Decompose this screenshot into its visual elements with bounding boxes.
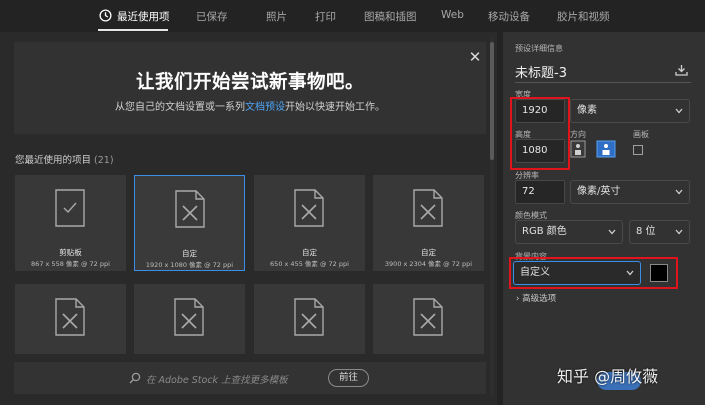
recent-card[interactable] [15, 284, 126, 354]
tab-web[interactable]: Web [441, 9, 464, 21]
clock-icon [99, 9, 112, 22]
card-size: 867 x 558 像素 @ 72 ppi [31, 260, 110, 268]
welcome-title: 让我们开始尝试新事物吧。 [135, 72, 364, 93]
recent-card[interactable] [134, 284, 245, 354]
welcome-banner: ✕ 让我们开始尝试新事物吧。 从您自己的文档设置或一系列文档预设开始以快速开始工… [14, 42, 486, 134]
custom-doc-icon [413, 298, 443, 336]
tab-print[interactable]: 打印 [315, 9, 336, 24]
highlight-background [509, 257, 678, 289]
tab-recent[interactable]: 最近使用项 [117, 9, 170, 24]
recent-card-custom-650[interactable]: 自定 650 x 455 像素 @ 72 ppi [254, 175, 365, 271]
card-size: 3900 x 2304 像素 @ 72 ppi [384, 260, 473, 268]
tab-art-illustration[interactable]: 图稿和插图 [364, 9, 417, 24]
tab-saved[interactable]: 已保存 [196, 9, 228, 24]
recent-count: (21) [94, 155, 114, 166]
preset-details-panel: 预设详细信息 未标题-3 宽度 1920 像素 高度 方向 画板 1080 分辨… [503, 32, 705, 405]
watermark-text: 知乎 @周攸薇 [557, 367, 659, 386]
tab-photo[interactable]: 照片 [266, 9, 287, 24]
landscape-orientation-icon[interactable] [596, 140, 616, 158]
name-underline [515, 82, 691, 83]
bit-depth-select[interactable]: 8 位 [629, 220, 690, 244]
save-preset-icon[interactable] [675, 64, 688, 76]
artboard-checkbox[interactable] [633, 145, 643, 155]
close-banner-icon[interactable]: ✕ [468, 50, 482, 65]
recent-label-text: 您最近使用的项目 [15, 155, 92, 166]
bit-depth-value: 8 位 [636, 226, 656, 237]
chevron-down-icon [608, 229, 616, 235]
welcome-subtitle: 从您自己的文档设置或一系列文档预设开始以快速开始工作。 [14, 98, 486, 113]
top-tab-bar: 最近使用项 已保存 照片 打印 图稿和插图 Web 移动设备 胶片和视频 [0, 0, 705, 32]
advanced-options-label: 高级选项 [522, 294, 557, 304]
advanced-options-toggle[interactable]: › 高级选项 [516, 292, 556, 304]
active-tab-indicator [98, 29, 168, 31]
artboard-label: 画板 [633, 130, 649, 139]
tab-film-video[interactable]: 胶片和视频 [557, 9, 610, 24]
highlight-dimensions [510, 97, 570, 170]
custom-doc-icon [55, 298, 85, 336]
search-icon [129, 372, 141, 384]
chevron-down-icon [675, 189, 683, 195]
recent-card[interactable] [254, 284, 365, 354]
card-size: 650 x 455 像素 @ 72 ppi [270, 260, 349, 268]
chevron-right-icon: › [516, 294, 520, 304]
stock-search-bar: 在 Adobe Stock 上查找更多模板 前往 [14, 362, 486, 394]
color-mode-value: RGB 颜色 [522, 226, 567, 237]
document-presets-link[interactable]: 文档预设 [245, 102, 285, 113]
chevron-down-icon [675, 108, 683, 114]
recent-items-label: 您最近使用的项目 (21) [15, 152, 114, 166]
custom-doc-icon [413, 189, 443, 227]
resolution-input[interactable]: 72 [515, 180, 565, 204]
card-size: 1920 x 1080 像素 @ 72 ppi [145, 261, 234, 269]
recent-card[interactable] [373, 284, 484, 354]
unit-value: 像素 [577, 105, 597, 116]
chevron-down-icon [675, 229, 683, 235]
go-button[interactable]: 前往 [328, 369, 369, 387]
custom-doc-icon [294, 189, 324, 227]
width-unit-select[interactable]: 像素 [570, 99, 690, 123]
card-name: 自定 [302, 248, 317, 257]
subtitle-text-end: 开始以快速开始工作。 [285, 102, 385, 113]
clipboard-doc-icon [55, 189, 85, 227]
subtitle-text: 从您自己的文档设置或一系列 [115, 102, 245, 113]
recent-card-custom-3900[interactable]: 自定 3900 x 2304 像素 @ 72 ppi [373, 175, 484, 271]
card-name: 自定 [421, 248, 436, 257]
custom-doc-icon [175, 190, 205, 228]
custom-doc-icon [294, 298, 324, 336]
stock-search-input[interactable]: 在 Adobe Stock 上查找更多模板 [146, 372, 288, 386]
portrait-orientation-icon[interactable] [570, 140, 586, 158]
resolution-unit-select[interactable]: 像素/英寸 [570, 180, 690, 204]
recent-card-clipboard[interactable]: 剪贴板 867 x 558 像素 @ 72 ppi [15, 175, 126, 271]
scrollbar-thumb[interactable] [490, 42, 494, 160]
resolution-unit-value: 像素/英寸 [577, 186, 621, 197]
recent-card-custom-1920[interactable]: 自定 1920 x 1080 像素 @ 72 ppi [134, 175, 245, 271]
color-mode-select[interactable]: RGB 颜色 [515, 220, 623, 244]
preset-section-label: 预设详细信息 [515, 44, 563, 53]
card-name: 自定 [182, 249, 197, 258]
tab-mobile[interactable]: 移动设备 [488, 9, 530, 24]
document-name-field[interactable]: 未标题-3 [515, 62, 567, 81]
custom-doc-icon [174, 298, 204, 336]
card-name: 剪贴板 [59, 248, 82, 257]
recent-panel: ✕ 让我们开始尝试新事物吧。 从您自己的文档设置或一系列文档预设开始以快速开始工… [0, 32, 497, 405]
orientation-label: 方向 [570, 130, 586, 139]
